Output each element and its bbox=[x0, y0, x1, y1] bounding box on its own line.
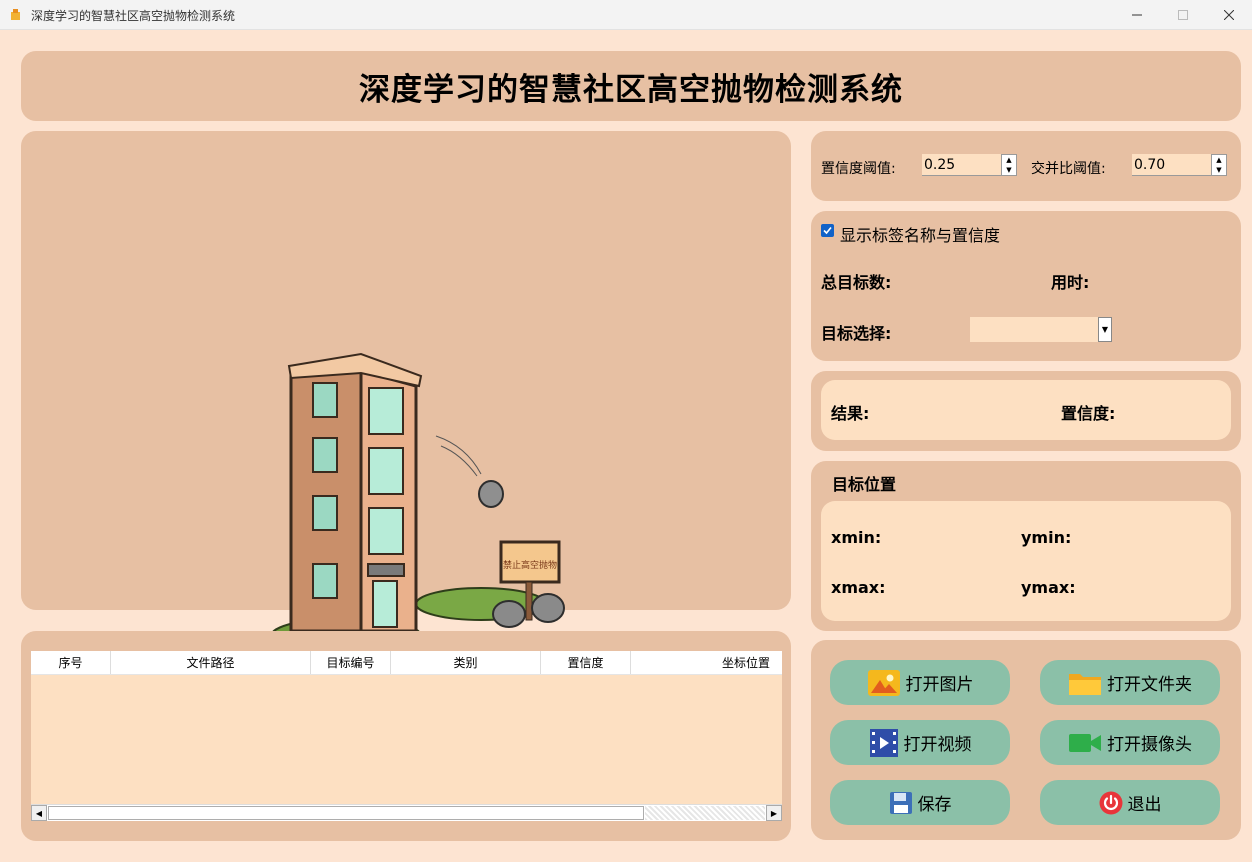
image-icon bbox=[867, 669, 901, 697]
spin-up-icon[interactable]: ▲ bbox=[1212, 155, 1226, 165]
open-image-label: 打开图片 bbox=[905, 675, 974, 695]
show-label-checkbox[interactable] bbox=[821, 224, 834, 237]
spin-down-icon[interactable]: ▼ bbox=[1212, 165, 1226, 175]
exit-label: 退出 bbox=[1127, 795, 1162, 815]
camera-icon bbox=[1068, 732, 1102, 754]
spin-arrows[interactable]: ▲ ▼ bbox=[1211, 154, 1227, 176]
close-icon bbox=[1224, 10, 1234, 20]
results-table[interactable]: 序号 文件路径 目标编号 类别 置信度 坐标位置 ◀ ▶ bbox=[31, 651, 782, 821]
results-table-panel: 序号 文件路径 目标编号 类别 置信度 坐标位置 ◀ ▶ bbox=[21, 631, 791, 841]
total-targets-label: 总目标数: bbox=[821, 273, 892, 292]
result-box: 结果: 置信度: bbox=[821, 380, 1231, 440]
column-header[interactable]: 目标编号 bbox=[311, 651, 391, 674]
building-illustration: 禁止高空抛物 bbox=[270, 352, 565, 655]
checkmark-icon bbox=[823, 226, 832, 235]
sign-text: 禁止高空抛物 bbox=[503, 559, 557, 571]
open-camera-button[interactable]: 打开摄像头 bbox=[1040, 720, 1220, 765]
confidence-threshold-spinbox[interactable]: 0.25 ▲ ▼ bbox=[922, 154, 1017, 176]
confidence-threshold-label: 置信度阈值: bbox=[821, 161, 896, 177]
spin-up-icon[interactable]: ▲ bbox=[1002, 155, 1016, 165]
open-camera-label: 打开摄像头 bbox=[1107, 735, 1192, 755]
horizontal-scrollbar[interactable]: ◀ ▶ bbox=[31, 804, 782, 821]
exit-button[interactable]: 退出 bbox=[1040, 780, 1220, 825]
options-panel: 显示标签名称与置信度 总目标数: 用时: 目标选择: ▼ bbox=[811, 211, 1241, 361]
minimize-icon bbox=[1132, 14, 1142, 16]
spin-down-icon[interactable]: ▼ bbox=[1002, 165, 1016, 175]
save-label: 保存 bbox=[917, 795, 952, 815]
minimize-button[interactable] bbox=[1114, 0, 1160, 30]
target-select-label: 目标选择: bbox=[821, 324, 892, 343]
app-icon bbox=[11, 9, 20, 20]
column-header[interactable]: 置信度 bbox=[541, 651, 631, 674]
position-box: xmin: ymin: xmax: ymax: bbox=[821, 501, 1231, 621]
target-position-title: 目标位置 bbox=[832, 475, 897, 494]
power-icon bbox=[1099, 791, 1123, 815]
open-folder-button[interactable]: 打开文件夹 bbox=[1040, 660, 1220, 705]
ymin-label: ymin: bbox=[1021, 528, 1072, 547]
scrollbar-thumb[interactable] bbox=[48, 806, 644, 820]
xmin-label: xmin: bbox=[831, 528, 882, 547]
video-icon bbox=[869, 728, 899, 758]
table-header: 序号 文件路径 目标编号 类别 置信度 坐标位置 bbox=[31, 651, 782, 675]
maximize-icon bbox=[1178, 10, 1188, 20]
result-panel: 结果: 置信度: bbox=[811, 371, 1241, 451]
threshold-panel: 置信度阈值: 0.25 ▲ ▼ 交并比阈值: 0.70 ▲ ▼ bbox=[811, 131, 1241, 201]
column-header[interactable]: 坐标位置 bbox=[631, 651, 782, 674]
page-title: 深度学习的智慧社区高空抛物检测系统 bbox=[359, 71, 903, 108]
open-video-label: 打开视频 bbox=[903, 735, 972, 755]
save-button[interactable]: 保存 bbox=[830, 780, 1010, 825]
scroll-right-icon[interactable]: ▶ bbox=[766, 805, 782, 821]
target-select-dropdown[interactable]: ▼ bbox=[970, 317, 1112, 342]
column-header[interactable]: 文件路径 bbox=[111, 651, 311, 674]
show-label-text[interactable]: 显示标签名称与置信度 bbox=[840, 222, 1000, 246]
header-panel: 深度学习的智慧社区高空抛物检测系统 bbox=[21, 51, 1241, 121]
result-label: 结果: bbox=[831, 404, 870, 423]
scroll-left-icon[interactable]: ◀ bbox=[31, 805, 47, 821]
ymax-label: ymax: bbox=[1021, 578, 1076, 597]
maximize-button[interactable] bbox=[1160, 0, 1206, 30]
iou-threshold-value: 0.70 bbox=[1134, 157, 1166, 173]
window-title: 深度学习的智慧社区高空抛物检测系统 bbox=[31, 9, 236, 23]
column-header[interactable]: 类别 bbox=[391, 651, 541, 674]
spin-arrows[interactable]: ▲ ▼ bbox=[1001, 154, 1017, 176]
iou-threshold-label: 交并比阈值: bbox=[1031, 161, 1106, 177]
close-button[interactable] bbox=[1206, 0, 1252, 30]
save-icon bbox=[889, 791, 913, 815]
chevron-down-icon[interactable]: ▼ bbox=[1098, 317, 1112, 342]
image-display-panel: 禁止高空抛物 bbox=[21, 131, 791, 655]
time-label: 用时: bbox=[1051, 273, 1090, 292]
scrollbar-track[interactable] bbox=[645, 806, 765, 820]
iou-threshold-spinbox[interactable]: 0.70 ▲ ▼ bbox=[1132, 154, 1227, 176]
window-titlebar: 深度学习的智慧社区高空抛物检测系统 bbox=[0, 0, 1252, 30]
open-image-button[interactable]: 打开图片 bbox=[830, 660, 1010, 705]
folder-icon bbox=[1068, 669, 1102, 697]
confidence-threshold-value: 0.25 bbox=[924, 157, 956, 173]
target-position-panel: 目标位置 xmin: ymin: xmax: ymax: bbox=[811, 461, 1241, 631]
column-header[interactable]: 序号 bbox=[31, 651, 111, 674]
xmax-label: xmax: bbox=[831, 578, 886, 597]
action-buttons-panel: 打开图片 打开文件夹 打开视频 打开摄像头 保存 退出 bbox=[811, 640, 1241, 840]
open-video-button[interactable]: 打开视频 bbox=[830, 720, 1010, 765]
result-confidence-label: 置信度: bbox=[1061, 404, 1116, 423]
open-folder-label: 打开文件夹 bbox=[1107, 675, 1192, 695]
